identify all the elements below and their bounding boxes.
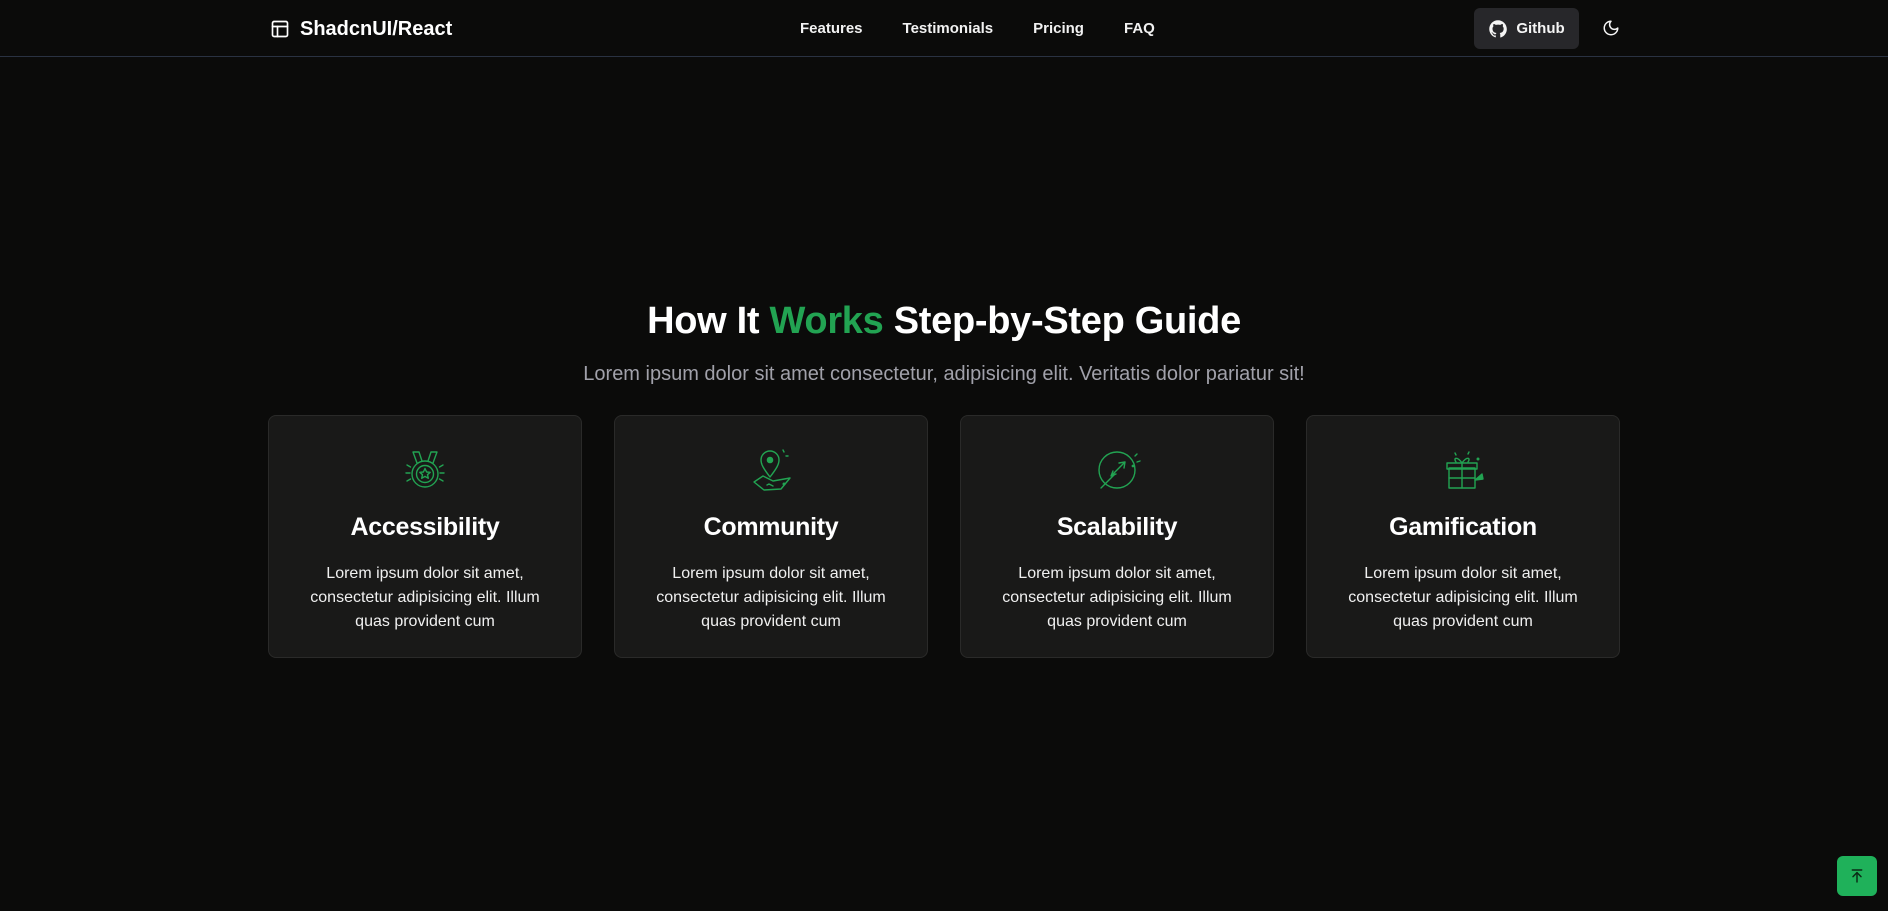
card-title: Gamification	[1389, 513, 1537, 541]
nav-link-faq[interactable]: FAQ	[1104, 16, 1175, 41]
github-button-label: Github	[1516, 20, 1565, 37]
gift-icon	[1446, 451, 1484, 489]
github-button[interactable]: Github	[1474, 8, 1579, 49]
navbar: ShadcnUI/React Features Testimonials Pri…	[0, 0, 1888, 57]
arrow-up-to-line-icon	[1851, 869, 1863, 883]
feature-card-scalability: Scalability Lorem ipsum dolor sit amet, …	[960, 415, 1274, 658]
moon-icon	[1603, 20, 1619, 36]
map-pin-icon	[753, 449, 791, 491]
card-description: Lorem ipsum dolor sit amet, consectetur …	[310, 565, 540, 630]
theme-toggle-button[interactable]	[1592, 10, 1630, 46]
card-description: Lorem ipsum dolor sit amet, consectetur …	[1348, 565, 1578, 630]
scroll-to-top-button[interactable]	[1837, 856, 1877, 896]
feature-cards: Accessibility Lorem ipsum dolor sit amet…	[268, 415, 1621, 658]
feature-card-community: Community Lorem ipsum dolor sit amet, co…	[614, 415, 928, 658]
feature-card-gamification: Gamification Lorem ipsum dolor sit amet,…	[1306, 415, 1620, 658]
brand-name: ShadcnUI/React	[300, 17, 453, 40]
main-nav: Features Testimonials Pricing FAQ	[780, 16, 1175, 40]
nav-link-pricing[interactable]: Pricing	[1013, 16, 1104, 41]
nav-link-testimonials[interactable]: Testimonials	[883, 16, 1014, 41]
title-accent: Works	[769, 300, 884, 342]
card-title: Scalability	[1056, 513, 1178, 541]
panels-logo-icon	[271, 20, 289, 38]
card-title: Accessibility	[350, 513, 500, 541]
feature-card-accessibility: Accessibility Lorem ipsum dolor sit amet…	[268, 415, 582, 658]
brand-link[interactable]: ShadcnUI/React	[270, 14, 452, 44]
github-icon	[1489, 19, 1508, 38]
medal-icon	[405, 451, 445, 488]
nav-link-features[interactable]: Features	[780, 16, 883, 41]
card-title: Community	[703, 513, 839, 541]
card-description: Lorem ipsum dolor sit amet, consectetur …	[1002, 565, 1232, 630]
how-it-works-section: How It Works Step-by-Step Guide Lorem ip…	[0, 295, 1888, 387]
plane-globe-icon	[1098, 451, 1141, 489]
title-start: How It	[647, 300, 770, 342]
section-title: How It Works Step-by-Step Guide	[0, 295, 1888, 347]
section-subtitle: Lorem ipsum dolor sit amet consectetur, …	[583, 363, 1305, 385]
title-end: Step-by-Step Guide	[883, 300, 1241, 342]
card-description: Lorem ipsum dolor sit amet, consectetur …	[656, 565, 886, 630]
